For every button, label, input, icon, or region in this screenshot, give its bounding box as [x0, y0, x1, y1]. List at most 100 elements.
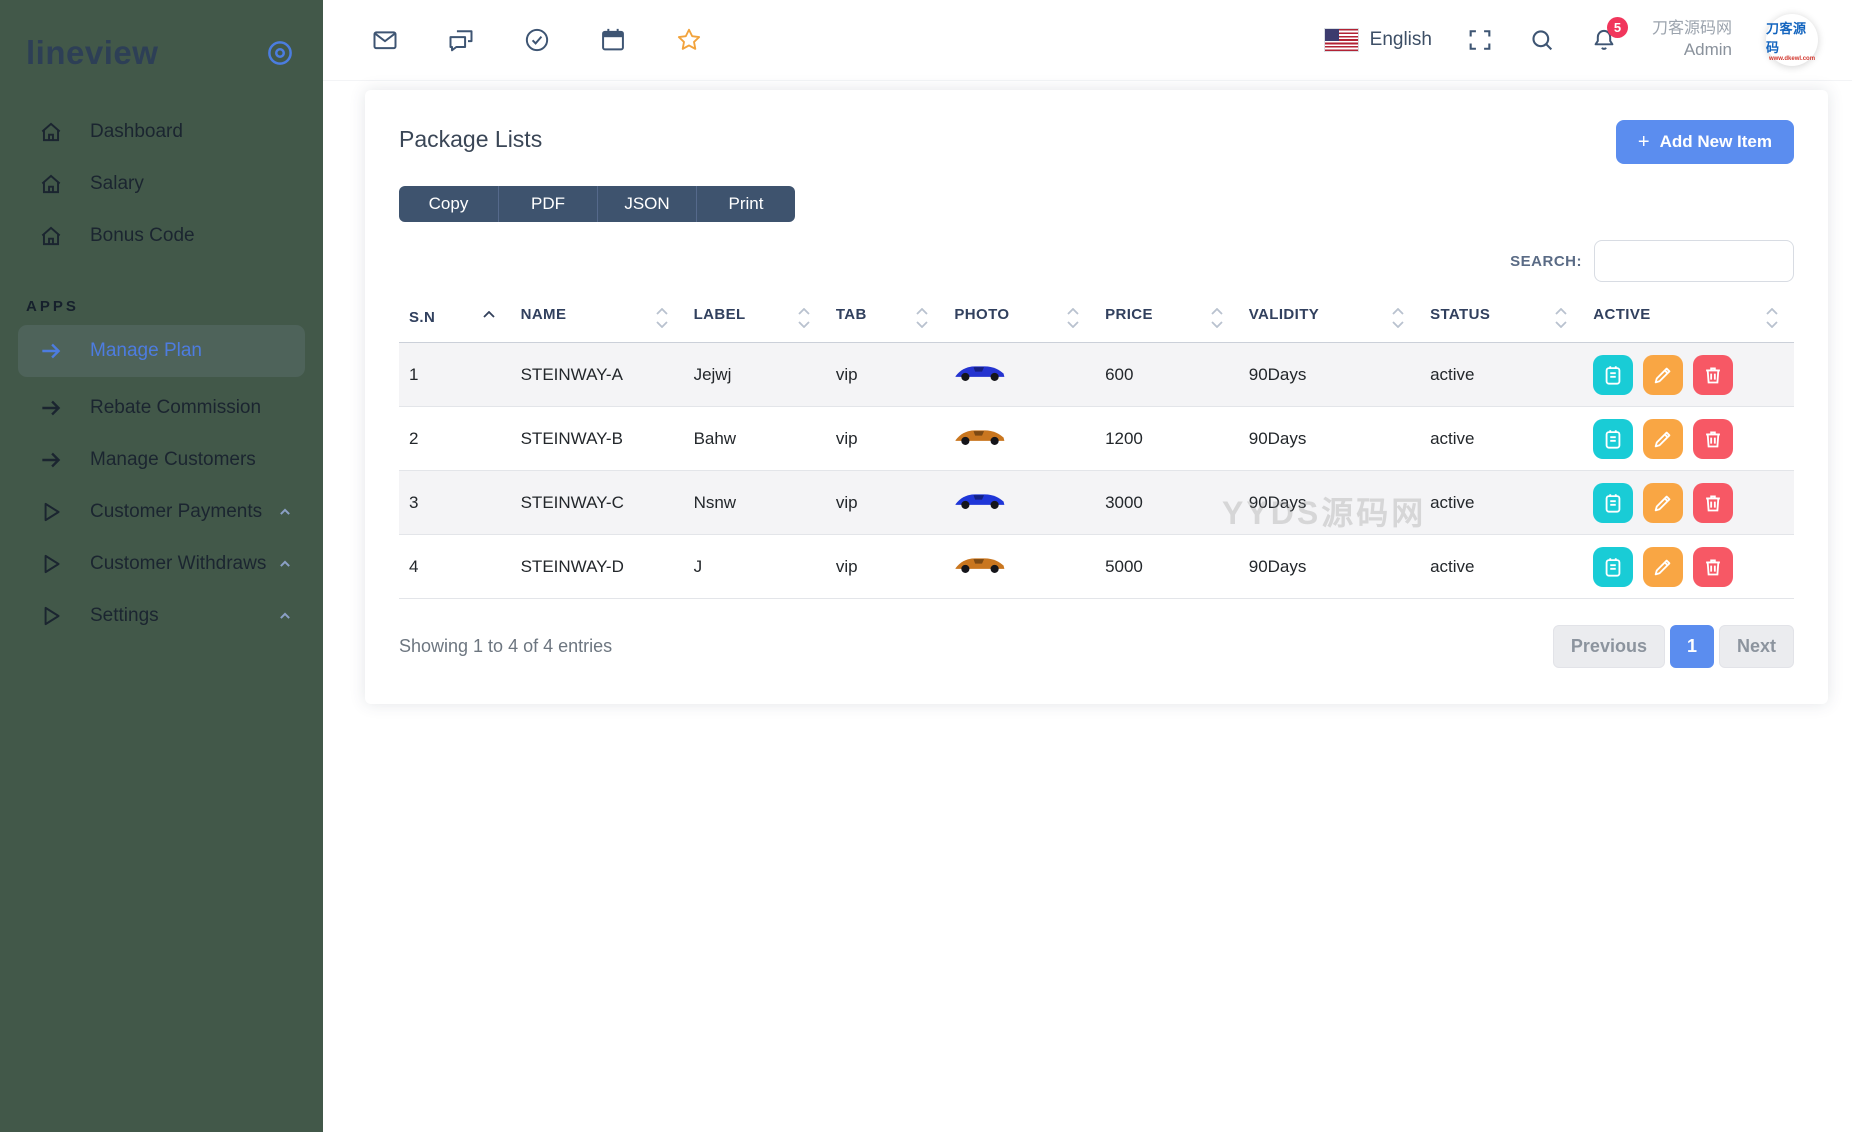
fullscreen-icon[interactable]	[1466, 26, 1494, 54]
cell-name: STEINWAY-A	[511, 343, 684, 407]
cell-price: 5000	[1095, 535, 1239, 599]
add-new-item-button[interactable]: + Add New Item	[1616, 120, 1794, 164]
sidebar-item-rebate-commission[interactable]: Rebate Commission	[0, 382, 323, 434]
sidebar-item-label: Customer Payments	[90, 501, 262, 523]
delete-button[interactable]	[1693, 355, 1733, 395]
sidebar-item-salary[interactable]: Salary	[0, 158, 323, 210]
sidebar-section-apps: APPS	[26, 298, 323, 315]
export-button-group: Copy PDF JSON Print	[399, 186, 795, 222]
next-page-button[interactable]: Next	[1719, 625, 1794, 668]
column-header-sn[interactable]: S.N	[399, 296, 511, 343]
json-button[interactable]: JSON	[597, 186, 696, 222]
avatar[interactable]: 刀客源码 www.dkewl.com	[1766, 14, 1818, 66]
sidebar-item-manage-customers[interactable]: Manage Customers	[0, 434, 323, 486]
package-table: S.N NAME LABEL TAB PHOTO	[399, 296, 1794, 599]
car-photo	[954, 424, 1006, 448]
language-selector[interactable]: English	[1325, 29, 1432, 51]
avatar-logo-text: 刀客源码	[1766, 18, 1818, 56]
cell-label: Nsnw	[684, 471, 826, 535]
cell-actions	[1583, 407, 1794, 471]
cell-validity: 90Days	[1239, 535, 1420, 599]
chevron-up-icon[interactable]	[275, 606, 295, 626]
check-circle-icon[interactable]	[523, 26, 551, 54]
language-label: English	[1370, 29, 1432, 51]
search-input[interactable]	[1594, 240, 1794, 282]
car-photo	[954, 360, 1006, 384]
sidebar-item-settings[interactable]: Settings	[0, 590, 323, 642]
column-header-price[interactable]: PRICE	[1095, 296, 1239, 343]
car-photo	[954, 552, 1006, 576]
sidebar-item-dashboard[interactable]: Dashboard	[0, 106, 323, 158]
column-header-validity[interactable]: VALIDITY	[1239, 296, 1420, 343]
delete-button[interactable]	[1693, 547, 1733, 587]
admin-role: Admin	[1652, 39, 1732, 61]
table-row: 3 STEINWAY-C Nsnw vip 3000 90Days active	[399, 471, 1794, 535]
print-button[interactable]: Print	[696, 186, 795, 222]
triangle-right-icon	[38, 603, 64, 629]
search-label: SEARCH:	[1510, 253, 1582, 270]
mail-icon[interactable]	[371, 26, 399, 54]
cell-price: 1200	[1095, 407, 1239, 471]
sidebar-toggle-icon[interactable]	[265, 38, 295, 68]
cell-price: 600	[1095, 343, 1239, 407]
delete-button[interactable]	[1693, 483, 1733, 523]
table-row: 4 STEINWAY-D J vip 5000 90Days active	[399, 535, 1794, 599]
sidebar: lineview Dashboard Salary	[0, 0, 323, 1132]
table-wrap: YYDS源码网 S.N NAME	[399, 296, 1794, 599]
chevron-up-icon[interactable]	[275, 554, 295, 574]
cell-label: Jejwj	[684, 343, 826, 407]
view-button[interactable]	[1593, 547, 1633, 587]
edit-button[interactable]	[1643, 483, 1683, 523]
add-button-label: Add New Item	[1660, 132, 1772, 152]
app-logo: lineview	[26, 34, 158, 72]
cell-photo	[944, 471, 1095, 535]
cell-name: STEINWAY-D	[511, 535, 684, 599]
car-photo	[954, 488, 1006, 512]
previous-page-button[interactable]: Previous	[1553, 625, 1665, 668]
copy-button[interactable]: Copy	[399, 186, 498, 222]
bell-icon[interactable]: 5	[1590, 26, 1618, 54]
edit-button[interactable]	[1643, 355, 1683, 395]
page-title: Package Lists	[399, 126, 542, 153]
chevron-up-icon[interactable]	[275, 502, 295, 522]
column-header-tab[interactable]: TAB	[826, 296, 945, 343]
sort-desc-icon	[1555, 321, 1567, 328]
sort-asc-icon	[916, 308, 928, 315]
column-header-photo[interactable]: PHOTO	[944, 296, 1095, 343]
pdf-button[interactable]: PDF	[498, 186, 597, 222]
column-header-name[interactable]: NAME	[511, 296, 684, 343]
sort-desc-icon	[1067, 321, 1079, 328]
edit-button[interactable]	[1643, 419, 1683, 459]
sidebar-item-bonus-code[interactable]: Bonus Code	[0, 210, 323, 262]
view-button[interactable]	[1593, 355, 1633, 395]
star-icon[interactable]	[675, 26, 703, 54]
cell-actions	[1583, 535, 1794, 599]
cell-name: STEINWAY-B	[511, 407, 684, 471]
sidebar-item-label: Dashboard	[90, 121, 183, 143]
delete-button[interactable]	[1693, 419, 1733, 459]
edit-button[interactable]	[1643, 547, 1683, 587]
avatar-logo-subtext: www.dkewl.com	[1769, 56, 1815, 62]
arrow-right-icon	[38, 447, 64, 473]
page-1-button[interactable]: 1	[1670, 625, 1714, 668]
sort-desc-icon	[798, 321, 810, 328]
search-icon[interactable]	[1528, 26, 1556, 54]
sidebar-item-customer-withdraws[interactable]: Customer Withdraws	[0, 538, 323, 590]
calendar-icon[interactable]	[599, 26, 627, 54]
chat-icon[interactable]	[447, 26, 475, 54]
table-row: 1 STEINWAY-A Jejwj vip 600 90Days active	[399, 343, 1794, 407]
column-header-label[interactable]: LABEL	[684, 296, 826, 343]
cell-tab: vip	[826, 407, 945, 471]
view-button[interactable]	[1593, 483, 1633, 523]
sidebar-item-label: Settings	[90, 605, 159, 627]
sidebar-item-customer-payments[interactable]: Customer Payments	[0, 486, 323, 538]
sort-desc-icon	[1392, 321, 1404, 328]
column-header-active[interactable]: ACTIVE	[1583, 296, 1794, 343]
cell-price: 3000	[1095, 471, 1239, 535]
column-header-status[interactable]: STATUS	[1420, 296, 1583, 343]
cell-tab: vip	[826, 535, 945, 599]
topbar: English 5 刀客源码网 Admin	[323, 0, 1852, 81]
arrow-right-icon	[38, 338, 64, 364]
sidebar-item-manage-plan[interactable]: Manage Plan	[18, 325, 305, 377]
view-button[interactable]	[1593, 419, 1633, 459]
